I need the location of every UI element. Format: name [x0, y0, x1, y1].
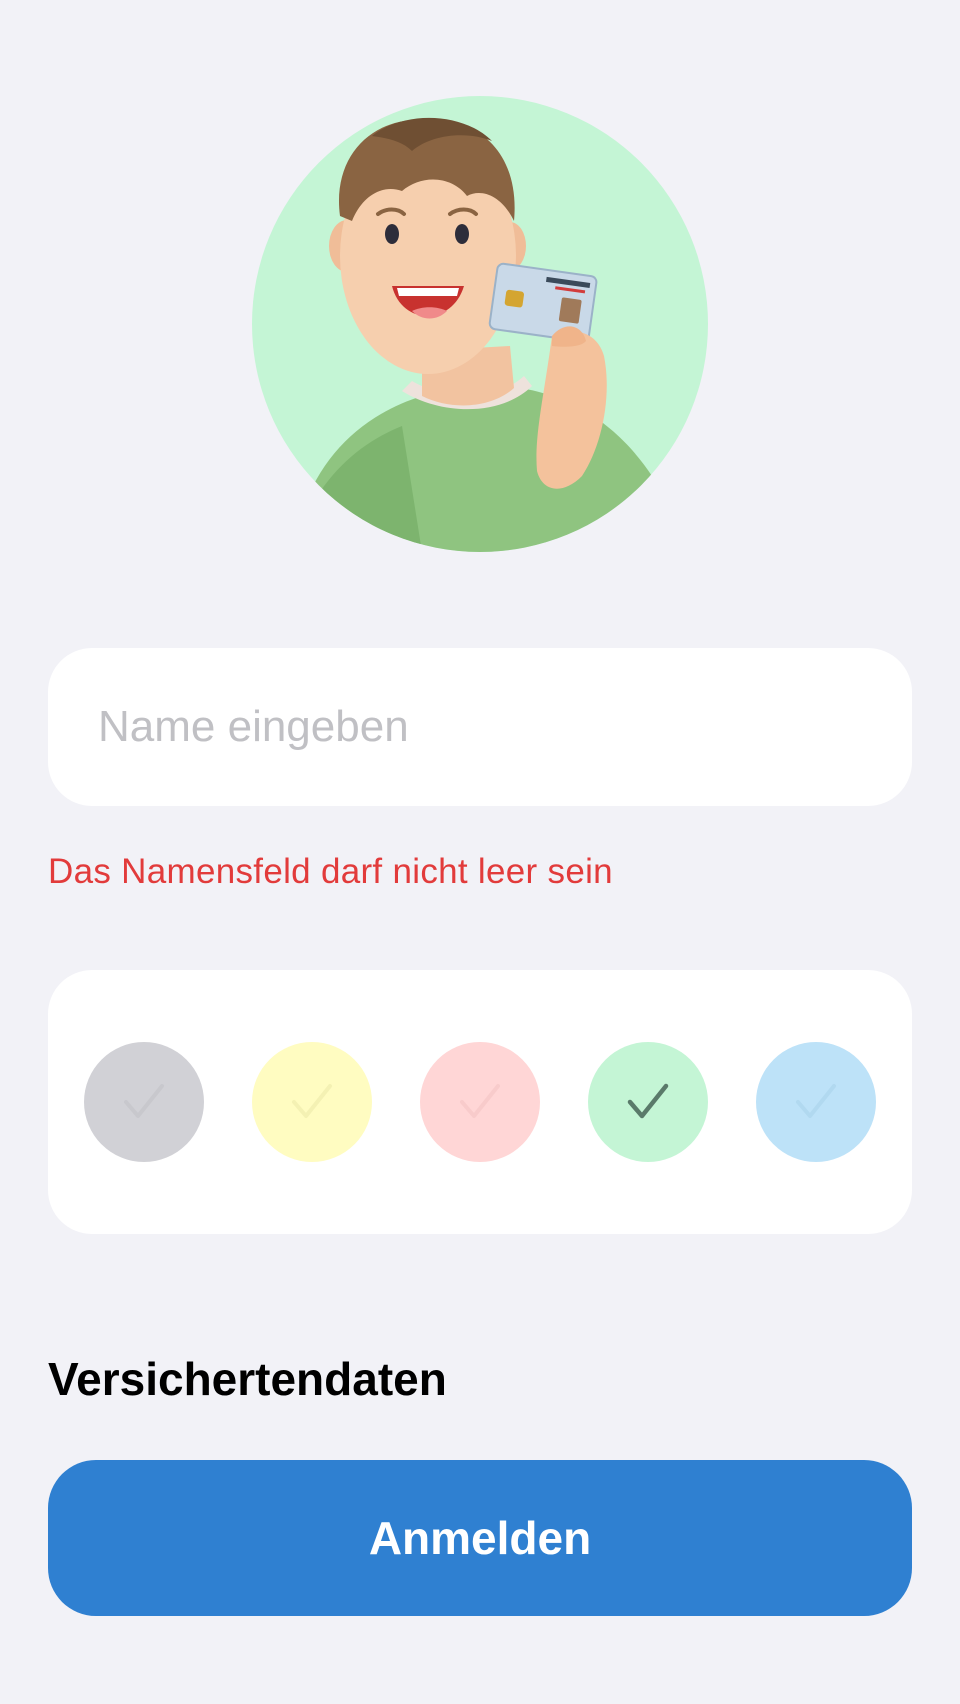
- color-swatch-red[interactable]: [420, 1042, 540, 1162]
- color-swatch-blue[interactable]: [756, 1042, 876, 1162]
- color-picker: [48, 970, 912, 1234]
- avatar: [252, 96, 708, 552]
- name-input[interactable]: [96, 701, 864, 753]
- color-swatch-gray[interactable]: [84, 1042, 204, 1162]
- checkmark-icon: [627, 1083, 669, 1119]
- color-swatch-yellow[interactable]: [252, 1042, 372, 1162]
- checkmark-icon: [124, 1084, 164, 1118]
- checkmark-icon: [796, 1084, 836, 1118]
- name-field[interactable]: [48, 648, 912, 806]
- name-error-message: Das Namensfeld darf nicht leer sein: [48, 852, 613, 891]
- person-holding-id-card-illustration: [292, 117, 672, 552]
- section-title-insurance-data: Versichertendaten: [48, 1353, 447, 1405]
- color-swatch-green[interactable]: [588, 1042, 708, 1162]
- login-button[interactable]: Anmelden: [48, 1460, 912, 1616]
- checkmark-icon: [292, 1084, 332, 1118]
- checkmark-icon: [460, 1084, 500, 1118]
